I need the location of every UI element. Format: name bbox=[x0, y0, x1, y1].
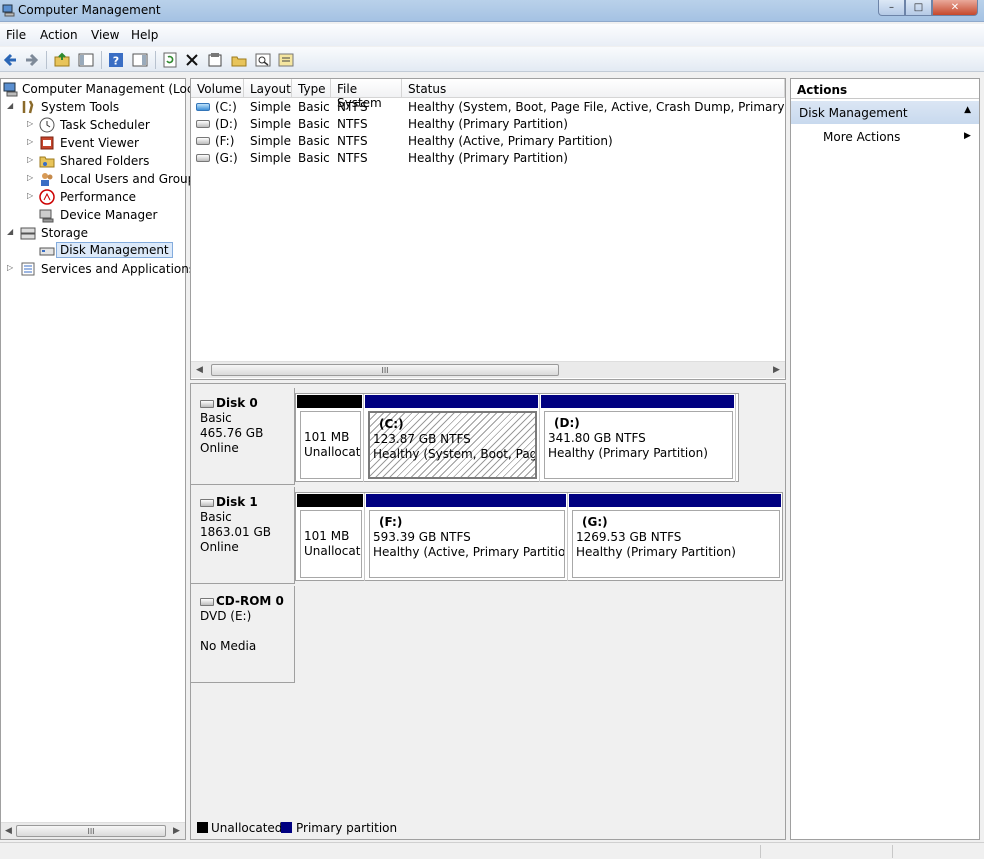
event-viewer-icon bbox=[40, 136, 54, 150]
partition-unallocated[interactable]: 101 MB Unallocated bbox=[296, 493, 365, 581]
minimize-button[interactable]: – bbox=[878, 0, 905, 16]
submenu-arrow-icon[interactable]: ▶ bbox=[964, 131, 971, 141]
disk-graphical-view: Disk 0 Basic 465.76 GB Online 101 MB Una… bbox=[190, 383, 786, 840]
menu-help[interactable]: Help bbox=[131, 28, 158, 42]
partition-unallocated[interactable]: 101 MB Unallocated bbox=[296, 394, 364, 482]
expand-arrow-icon[interactable]: ▷ bbox=[27, 191, 33, 200]
refresh-icon[interactable] bbox=[161, 51, 179, 69]
partition-d[interactable]: (D:) 341.80 GB NTFS Healthy (Primary Par… bbox=[540, 394, 736, 482]
help-icon[interactable]: ? bbox=[107, 51, 125, 69]
hard-disk-icon bbox=[200, 399, 214, 408]
collapse-up-arrow-icon[interactable]: ▲ bbox=[964, 105, 971, 115]
clock-icon bbox=[39, 117, 55, 133]
disk-row-cdrom-0[interactable]: CD-ROM 0 DVD (E:) No Media bbox=[191, 586, 785, 683]
device-manager-icon bbox=[39, 209, 54, 223]
shared-folder-icon bbox=[39, 156, 55, 168]
settings-icon[interactable] bbox=[277, 51, 295, 69]
list-row[interactable]: (F:) Simple Basic NTFS Healthy (Active, … bbox=[191, 133, 787, 150]
partition-c[interactable]: (C:) 123.87 GB NTFS Healthy (System, Boo… bbox=[364, 394, 540, 482]
list-row[interactable]: (C:) Simple Basic NTFS Healthy (System, … bbox=[191, 99, 787, 116]
toolbar: ? bbox=[0, 47, 984, 72]
partition-f[interactable]: (F:) 593.39 GB NTFS Healthy (Active, Pri… bbox=[365, 493, 568, 581]
system-volume-icon bbox=[196, 103, 210, 111]
disk-partitions: 101 MB Unallocated (C:) 123.87 GB NTFS H… bbox=[295, 393, 739, 482]
forward-arrow-icon[interactable] bbox=[23, 51, 41, 69]
search-icon[interactable] bbox=[254, 51, 272, 69]
actions-section-disk-management[interactable]: Disk Management ▲ bbox=[791, 101, 979, 124]
disk-label[interactable]: Disk 0 Basic 465.76 GB Online bbox=[191, 388, 295, 485]
column-header-volume[interactable]: Volume bbox=[191, 79, 244, 98]
scroll-right-arrow-icon[interactable]: ▶ bbox=[173, 826, 180, 836]
partition-g[interactable]: (G:) 1269.53 GB NTFS Healthy (Primary Pa… bbox=[568, 493, 782, 581]
legend: Unallocated Primary partition bbox=[190, 820, 786, 838]
legend-swatch-primary bbox=[281, 822, 292, 833]
expand-arrow-icon[interactable]: ▷ bbox=[27, 155, 33, 164]
disk-partitions: 101 MB Unallocated (F:) 593.39 GB NTFS H… bbox=[295, 492, 783, 581]
maximize-button[interactable]: □ bbox=[905, 0, 932, 16]
scroll-left-arrow-icon[interactable]: ◀ bbox=[5, 826, 12, 836]
expand-arrow-icon[interactable]: ▷ bbox=[7, 263, 13, 272]
computer-management-icon bbox=[2, 4, 15, 17]
column-header-file-system[interactable]: File System bbox=[331, 79, 402, 110]
expand-arrow-icon[interactable]: ▷ bbox=[27, 119, 33, 128]
up-folder-icon[interactable] bbox=[53, 51, 71, 69]
volume-icon bbox=[196, 137, 210, 145]
volume-list: Volume Layout Type File System Status (C… bbox=[190, 78, 786, 380]
status-bar bbox=[0, 842, 984, 859]
scroll-right-arrow-icon[interactable]: ▶ bbox=[773, 365, 780, 375]
tools-icon bbox=[22, 100, 34, 114]
show-hide-tree-icon[interactable] bbox=[77, 51, 95, 69]
disk-label[interactable]: CD-ROM 0 DVD (E:) No Media bbox=[191, 586, 295, 683]
cd-rom-icon bbox=[200, 597, 214, 606]
delete-icon[interactable] bbox=[183, 51, 201, 69]
scroll-thumb[interactable]: III bbox=[16, 825, 166, 837]
collapse-arrow-icon[interactable]: ◢ bbox=[7, 101, 13, 110]
menu-view[interactable]: View bbox=[91, 28, 119, 42]
show-hide-action-pane-icon[interactable] bbox=[131, 51, 149, 69]
console-tree: Computer Management (Local ◢ System Tool… bbox=[0, 78, 204, 840]
scroll-thumb[interactable]: III bbox=[211, 364, 559, 376]
actions-header: Actions bbox=[791, 79, 979, 99]
svg-text:?: ? bbox=[113, 55, 119, 68]
volume-icon bbox=[196, 154, 210, 162]
back-arrow-icon[interactable] bbox=[1, 51, 19, 69]
properties-icon[interactable] bbox=[206, 51, 224, 69]
column-header-layout[interactable]: Layout bbox=[244, 79, 292, 98]
list-row[interactable]: (G:) Simple Basic NTFS Healthy (Primary … bbox=[191, 150, 787, 167]
open-icon[interactable] bbox=[230, 51, 248, 69]
legend-swatch-unallocated bbox=[197, 822, 208, 833]
actions-pane: Actions Disk Management ▲ More Actions ▶ bbox=[790, 78, 980, 840]
window-title: Computer Management bbox=[18, 3, 161, 17]
disk-management-icon bbox=[39, 247, 55, 256]
collapse-arrow-icon[interactable]: ◢ bbox=[7, 227, 13, 236]
menu-action[interactable]: Action bbox=[40, 28, 78, 42]
column-header-type[interactable]: Type bbox=[292, 79, 331, 98]
scroll-left-arrow-icon[interactable]: ◀ bbox=[196, 365, 203, 375]
hard-disk-icon bbox=[200, 498, 214, 507]
performance-icon bbox=[39, 189, 55, 205]
expand-arrow-icon[interactable]: ▷ bbox=[27, 173, 33, 182]
storage-icon bbox=[20, 227, 36, 240]
disk-label[interactable]: Disk 1 Basic 1863.01 GB Online bbox=[191, 487, 295, 584]
computer-management-icon bbox=[3, 82, 18, 97]
column-header-status[interactable]: Status bbox=[402, 79, 785, 98]
menu-file[interactable]: File bbox=[6, 28, 26, 42]
list-row[interactable]: (D:) Simple Basic NTFS Healthy (Primary … bbox=[191, 116, 787, 133]
more-actions-item[interactable]: More Actions bbox=[823, 130, 900, 144]
volume-icon bbox=[196, 120, 210, 128]
users-icon bbox=[41, 173, 53, 186]
expand-arrow-icon[interactable]: ▷ bbox=[27, 137, 33, 146]
disk-row-disk-0[interactable]: Disk 0 Basic 465.76 GB Online 101 MB Una… bbox=[191, 388, 785, 485]
services-icon bbox=[21, 262, 35, 276]
menu-bar: File Action View Help bbox=[0, 24, 984, 46]
tree-horizontal-scrollbar[interactable]: ◀ III ▶ bbox=[1, 822, 185, 839]
disk-row-disk-1[interactable]: Disk 1 Basic 1863.01 GB Online 101 MB Un… bbox=[191, 487, 785, 584]
close-button[interactable]: ✕ bbox=[932, 0, 978, 16]
title-bar[interactable]: Computer Management – □ ✕ bbox=[0, 0, 984, 22]
list-horizontal-scrollbar[interactable]: ◀ III ▶ bbox=[191, 361, 785, 378]
